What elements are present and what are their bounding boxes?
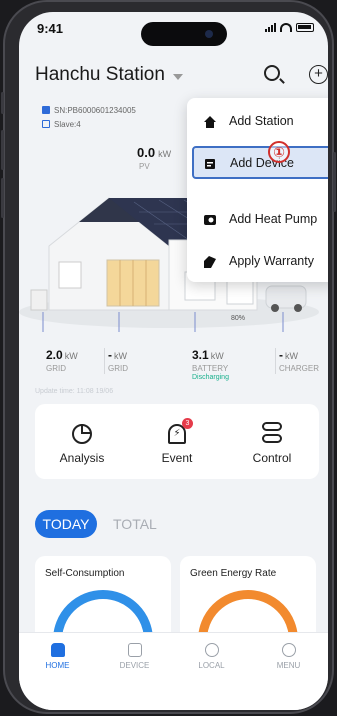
serial-number-row: SN:PB6000601234005 <box>42 106 136 115</box>
status-icons <box>265 23 314 32</box>
home-icon <box>50 643 65 657</box>
stat-title: Green Energy Rate <box>190 568 277 579</box>
control-button[interactable]: Control <box>225 404 319 479</box>
heat-pump-icon <box>204 215 216 225</box>
local-icon <box>204 643 219 657</box>
step-marker: ① <box>268 141 290 163</box>
nav-device[interactable]: DEVICE <box>96 643 173 670</box>
device-icon <box>205 159 215 169</box>
device-icon <box>42 106 50 114</box>
analysis-button[interactable]: Analysis <box>35 404 129 479</box>
status-bar: 9:41 <box>19 12 328 52</box>
mute-switch <box>1 92 4 114</box>
nav-local[interactable]: LOCAL <box>173 643 250 670</box>
battery-soc: 80% <box>231 315 245 322</box>
nav-menu[interactable]: MENU <box>250 643 327 670</box>
slave-icon <box>42 120 50 128</box>
volume-down-button <box>1 178 4 218</box>
status-time: 9:41 <box>37 21 64 36</box>
add-menu-dropdown: Add Station Add Device Add Heat Pump App… <box>187 98 328 282</box>
warranty-icon <box>204 256 216 268</box>
control-icon <box>262 422 282 444</box>
camera-icon <box>205 30 213 38</box>
wifi-icon <box>280 23 292 32</box>
signal-icon <box>265 23 276 32</box>
metric-charger: - kW CHARGER <box>279 348 320 373</box>
battery-status: Discharging <box>192 374 229 381</box>
divider <box>275 348 276 374</box>
phone-frame: 9:41 Hanchu Station + SN:PB6000601234005… <box>1 0 336 714</box>
tab-today[interactable]: TODAY <box>35 510 97 538</box>
menu-item-add-station[interactable]: Add Station <box>187 104 328 140</box>
menu-icon <box>281 643 296 657</box>
slave-row: Slave:4 <box>42 120 81 129</box>
station-dropdown-caret-icon[interactable] <box>173 74 183 80</box>
bottom-navigation: HOME DEVICE LOCAL MENU <box>19 632 328 710</box>
power-button <box>333 152 336 212</box>
menu-item-apply-warranty[interactable]: Apply Warranty <box>187 244 328 280</box>
menu-item-add-device[interactable]: Add Device <box>192 146 328 179</box>
metric-battery: 3.1 kW BATTERY Discharging <box>192 348 229 381</box>
event-badge: 3 <box>182 418 193 429</box>
add-icon[interactable]: + <box>309 65 328 84</box>
pv-value: 0.0 <box>137 145 156 160</box>
metric-grid-1: 2.0 kW GRID <box>46 348 78 373</box>
pv-power: 0.0 kW <box>137 145 171 160</box>
update-time: Update time: 11:08 19/06 <box>35 388 114 395</box>
tab-total[interactable]: TOTAL <box>113 510 157 538</box>
metric-grid-2: - kW GRID <box>108 348 128 373</box>
pv-unit: kW <box>158 149 172 159</box>
dynamic-island <box>141 22 227 46</box>
event-button[interactable]: ⚡ 3 Event <box>130 404 224 479</box>
volume-up-button <box>1 130 4 170</box>
home-icon <box>204 116 216 128</box>
nav-home[interactable]: HOME <box>19 643 96 670</box>
battery-icon <box>296 23 314 32</box>
device-icon <box>127 643 142 657</box>
search-icon[interactable] <box>264 65 280 81</box>
quick-nav-card: Analysis ⚡ 3 Event Control <box>35 404 319 479</box>
slave-count: Slave:4 <box>54 120 81 129</box>
stat-title: Self-Consumption <box>45 568 125 579</box>
analysis-icon <box>72 424 92 444</box>
menu-item-add-heat-pump[interactable]: Add Heat Pump <box>187 202 328 238</box>
app-header: Hanchu Station + <box>19 60 328 92</box>
serial-number: SN:PB6000601234005 <box>54 106 136 115</box>
divider <box>104 348 105 374</box>
station-name[interactable]: Hanchu Station <box>35 64 165 86</box>
screen: 9:41 Hanchu Station + SN:PB6000601234005… <box>19 12 328 710</box>
